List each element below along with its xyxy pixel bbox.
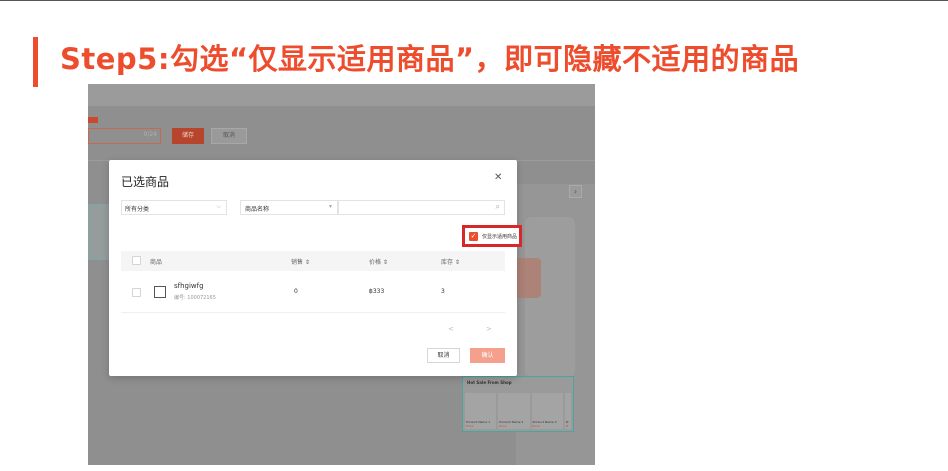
background-name-input[interactable]: 0/24 (88, 128, 161, 144)
pager-next-button[interactable]: > (486, 325, 492, 333)
product-thumbnail (154, 286, 166, 298)
search-field-select[interactable]: 商品名称 ▾ (240, 200, 338, 215)
hot-sale-widget: Hot Sale From Shop Product Name 1 Price P… (462, 376, 574, 432)
close-icon[interactable]: ✕ (494, 172, 502, 183)
hot-item: Pr Pr (564, 393, 571, 429)
table-row: sfhgiwfg 编号: 100072165 0 ฿333 3 (121, 273, 505, 313)
pager-prev-button[interactable]: < (448, 325, 454, 333)
caret-down-icon: ▾ (328, 203, 332, 210)
chevron-down-icon: ⌵ (216, 203, 221, 210)
char-counter: 0/24 (143, 131, 157, 138)
title-accent-bar (33, 37, 38, 87)
background-cancel-button[interactable]: 取消 (211, 128, 247, 144)
show-applicable-only-filter[interactable]: ✓ 仅显示适用商品 (462, 225, 522, 247)
hot-item-price: Price (466, 424, 474, 428)
hot-item: Product Name 1 Price (465, 393, 497, 429)
search-icon[interactable]: ⌕ (496, 202, 500, 212)
column-price[interactable]: 价格 ⇕ (369, 257, 388, 266)
checkbox-checked-icon[interactable]: ✓ (469, 232, 478, 241)
step-title: Step5:勾选“仅显示适用商品”，即可隐藏不适用的商品 (60, 42, 800, 76)
tutorial-slide: Step5:勾选“仅显示适用商品”，即可隐藏不适用的商品 0/24 储存 取消 … (0, 0, 948, 471)
column-product: 商品 (150, 259, 163, 266)
modal-title: 已选商品 (121, 175, 170, 189)
product-price: ฿333 (369, 288, 385, 295)
cancel-button[interactable]: 取消 (427, 348, 460, 363)
hot-item-price: Price (499, 424, 507, 428)
confirm-button[interactable]: 确认 (470, 348, 505, 363)
hot-sale-title: Hot Sale From Shop (467, 380, 512, 385)
product-stock: 3 (441, 288, 445, 295)
table-header: 商品 销售 ⇕ 价格 ⇕ 库存 ⇕ (121, 251, 505, 271)
product-sku: 编号: 100072165 (174, 295, 216, 301)
search-field-value: 商品名称 (245, 206, 270, 213)
background-left-panel (88, 204, 110, 260)
top-divider (0, 0, 948, 1)
screenshot-area: 0/24 储存 取消 › Hot Sale From Shop Product … (88, 84, 595, 465)
category-select[interactable]: 所有分类 ⌵ (121, 200, 227, 215)
column-sales[interactable]: 销售 ⇕ (291, 257, 310, 266)
column-stock[interactable]: 库存 ⇕ (441, 257, 460, 266)
search-input[interactable]: ⌕ (338, 200, 505, 215)
select-all-checkbox[interactable] (132, 256, 141, 265)
chevron-right-icon[interactable]: › (569, 185, 582, 198)
selected-products-modal: 已选商品 ✕ 所有分类 ⌵ 商品名称 ▾ ⌕ ✓ 仅显示适用商品 商品 销售 ⇕… (109, 160, 522, 376)
hot-item: Product Name 3 Price (531, 393, 563, 429)
background-header (88, 84, 595, 106)
hot-item-price: Pr (565, 424, 569, 428)
hot-item-price: Price (532, 424, 540, 428)
product-sales: 0 (294, 288, 298, 295)
category-select-value: 所有分类 (125, 206, 150, 213)
red-badge-icon (88, 117, 98, 123)
row-checkbox[interactable] (132, 288, 141, 297)
hot-item: Product Name 2 Price (498, 393, 530, 429)
product-name: sfhgiwfg (174, 282, 204, 290)
background-save-button[interactable]: 储存 (172, 128, 204, 144)
show-applicable-only-label: 仅显示适用商品 (482, 234, 518, 240)
